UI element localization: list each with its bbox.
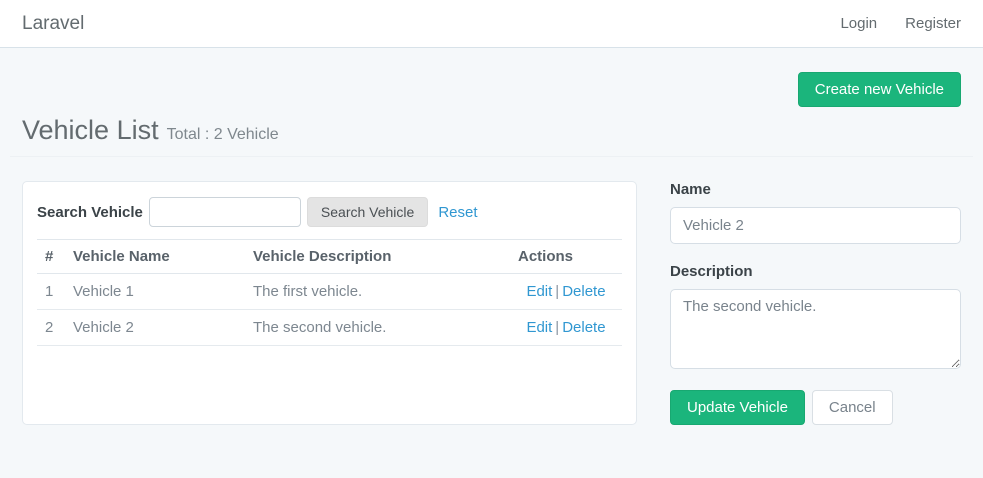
search-label: Search Vehicle: [37, 204, 143, 221]
content-row: Search Vehicle Search Vehicle Reset # Ve…: [22, 181, 961, 425]
row-number: 1: [37, 274, 65, 310]
register-link[interactable]: Register: [905, 15, 961, 32]
search-form: Search Vehicle Search Vehicle Reset: [37, 195, 622, 239]
search-input[interactable]: [149, 197, 301, 227]
header-vehicle-description: Vehicle Description: [245, 240, 510, 274]
vehicle-table: # Vehicle Name Vehicle Description Actio…: [37, 239, 622, 346]
table-header: # Vehicle Name Vehicle Description Actio…: [37, 240, 622, 274]
edit-link[interactable]: Edit: [526, 319, 552, 336]
vehicle-description-cell: The first vehicle.: [245, 274, 510, 310]
navbar: Laravel Login Register: [0, 0, 983, 48]
vehicle-description-cell: The second vehicle.: [245, 310, 510, 346]
actions-cell: Edit|Delete: [510, 310, 622, 346]
table-row: 1 Vehicle 1 The first vehicle. Edit|Dele…: [37, 274, 622, 310]
table-body: 1 Vehicle 1 The first vehicle. Edit|Dele…: [37, 274, 622, 346]
create-button-row: Create new Vehicle: [22, 72, 961, 107]
navbar-right: Login Register: [812, 15, 961, 32]
header-actions: Actions: [510, 240, 622, 274]
search-button[interactable]: Search Vehicle: [307, 197, 428, 227]
cancel-button[interactable]: Cancel: [812, 390, 893, 425]
action-separator: |: [555, 319, 559, 336]
row-number: 2: [37, 310, 65, 346]
vehicle-name-cell: Vehicle 1: [65, 274, 245, 310]
header-vehicle-name: Vehicle Name: [65, 240, 245, 274]
page-title: Vehicle List: [22, 115, 159, 146]
vehicle-name-cell: Vehicle 2: [65, 310, 245, 346]
action-separator: |: [555, 283, 559, 300]
name-label: Name: [670, 181, 961, 198]
divider: [10, 156, 973, 157]
vehicle-edit-form: Name Description The second vehicle. Upd…: [670, 181, 961, 425]
description-field[interactable]: The second vehicle.: [670, 289, 961, 369]
header-number: #: [37, 240, 65, 274]
main-content: Create new Vehicle Vehicle List Total : …: [0, 72, 983, 425]
name-field-group: Name: [670, 181, 961, 244]
table-row: 2 Vehicle 2 The second vehicle. Edit|Del…: [37, 310, 622, 346]
description-field-group: Description The second vehicle.: [670, 263, 961, 374]
brand-link[interactable]: Laravel: [22, 13, 84, 35]
form-buttons-row: Update Vehicle Cancel: [670, 390, 961, 425]
actions-cell: Edit|Delete: [510, 274, 622, 310]
edit-link[interactable]: Edit: [526, 283, 552, 300]
total-count-text: Total : 2 Vehicle: [167, 126, 279, 144]
login-link[interactable]: Login: [840, 15, 877, 32]
name-field[interactable]: [670, 207, 961, 244]
heading-row: Vehicle List Total : 2 Vehicle: [22, 115, 961, 146]
update-vehicle-button[interactable]: Update Vehicle: [670, 390, 805, 425]
delete-link[interactable]: Delete: [562, 283, 605, 300]
delete-link[interactable]: Delete: [562, 319, 605, 336]
table-header-row: # Vehicle Name Vehicle Description Actio…: [37, 240, 622, 274]
description-label: Description: [670, 263, 961, 280]
create-vehicle-button[interactable]: Create new Vehicle: [798, 72, 961, 107]
vehicle-list-card: Search Vehicle Search Vehicle Reset # Ve…: [22, 181, 637, 425]
reset-link[interactable]: Reset: [438, 204, 477, 221]
